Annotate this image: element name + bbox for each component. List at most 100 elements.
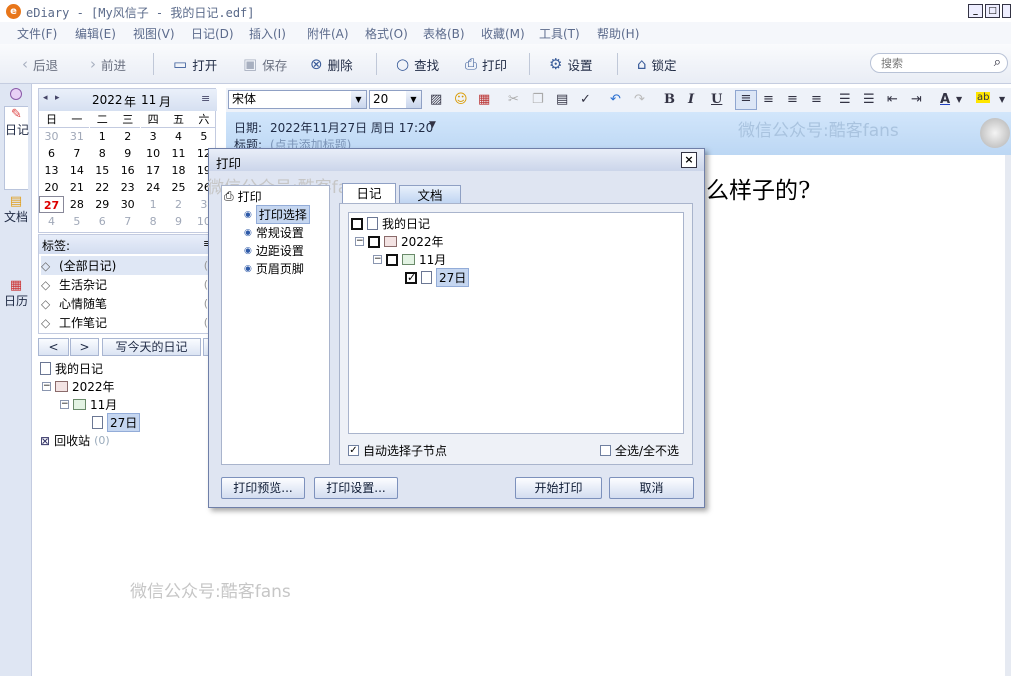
theme-icon[interactable] (10, 88, 22, 100)
collapse-icon[interactable]: − (42, 382, 51, 391)
checkbox[interactable] (600, 445, 611, 456)
minimize-button[interactable]: _ (968, 4, 983, 18)
calendar-day[interactable]: 3 (141, 128, 166, 145)
calendar-day[interactable]: 31 (64, 128, 89, 145)
bold-icon[interactable]: B (664, 92, 675, 107)
calendar-day[interactable]: 8 (141, 213, 166, 230)
underline-icon[interactable]: U (711, 92, 722, 107)
find-button[interactable]: ○ 查找 (396, 55, 439, 73)
font-family-select[interactable]: 宋体 ▼ (228, 90, 367, 109)
prev-month-button[interactable]: ◂ (43, 93, 48, 103)
numbered-list-icon[interactable]: ☰ (863, 92, 875, 107)
tree-month[interactable]: −11月 (60, 396, 117, 413)
menu-file[interactable]: 文件(F) (17, 25, 57, 42)
checkbox[interactable] (368, 235, 380, 248)
checkbox[interactable] (386, 253, 398, 266)
calendar-day[interactable]: 18 (166, 162, 191, 179)
tag-item-life[interactable]: ◇生活杂记(0 (41, 275, 215, 294)
write-today-button[interactable]: 写今天的日记 (102, 338, 201, 356)
search-icon[interactable]: ⌕ (994, 55, 1001, 70)
calendar-day[interactable]: 14 (64, 162, 89, 179)
tree-year[interactable]: −2022年 (42, 378, 115, 395)
calendar-day[interactable]: 5 (64, 213, 89, 230)
print-item-year[interactable]: −2022年 (355, 233, 444, 250)
menu-diary[interactable]: 日记(D) (191, 25, 234, 42)
print-preview-button[interactable]: 打印预览... (221, 477, 305, 499)
calendar-menu-icon[interactable]: ≡ (201, 92, 210, 105)
collapse-icon[interactable]: − (60, 400, 69, 409)
tree-root[interactable]: 我的日记 (40, 360, 103, 377)
justify-icon[interactable]: ≡ (811, 92, 822, 107)
calendar-day[interactable]: 11 (166, 145, 191, 162)
menu-attachment[interactable]: 附件(A) (307, 25, 349, 42)
print-button[interactable]: ⎙ 打印 (465, 55, 507, 73)
search-input[interactable] (879, 56, 989, 71)
calendar-day[interactable]: 16 (115, 162, 140, 179)
chevron-down-icon[interactable]: ▼ (956, 95, 962, 104)
indent-icon[interactable]: ⇥ (911, 92, 922, 107)
calendar-day[interactable]: 15 (90, 162, 115, 179)
undo-icon[interactable]: ↶ (610, 92, 621, 107)
tab-diary[interactable]: ✎ 日记 (4, 106, 29, 190)
menu-favorites[interactable]: 收藏(M) (481, 25, 525, 42)
tree-day[interactable]: 27日 (92, 413, 141, 432)
redo-icon[interactable]: ↷ (634, 92, 645, 107)
print-tree-header-footer[interactable]: ◉ 页眉页脚 (244, 260, 304, 277)
align-left-icon[interactable]: ≡ (735, 90, 757, 110)
menu-view[interactable]: 视图(V) (133, 25, 175, 42)
menu-insert[interactable]: 插入(I) (249, 25, 286, 42)
maximize-button[interactable]: □ (985, 4, 1000, 18)
tab-diary[interactable]: 日记 (342, 183, 396, 204)
delete-button[interactable]: ⊗ 删除 (310, 55, 353, 73)
print-item-day[interactable]: ✓ 27日 (405, 268, 470, 287)
close-icon[interactable]: × (681, 152, 697, 168)
cancel-button[interactable]: 取消 (609, 477, 694, 499)
menu-edit[interactable]: 编辑(E) (75, 25, 116, 42)
calendar-day[interactable]: 7 (115, 213, 140, 230)
calendar-day[interactable]: 2 (115, 128, 140, 145)
calendar-day[interactable]: 30 (39, 128, 64, 145)
calendar-day[interactable]: 30 (115, 196, 140, 213)
font-size-select[interactable]: 20 ▼ (369, 90, 422, 109)
calendar-day[interactable]: 9 (115, 145, 140, 162)
calendar-day[interactable]: 29 (90, 196, 115, 213)
calendar-day[interactable]: 4 (166, 128, 191, 145)
insert-image-icon[interactable]: ▨ (430, 92, 442, 107)
calendar-day[interactable]: 22 (90, 179, 115, 196)
calendar-day[interactable]: 7 (64, 145, 89, 162)
bullet-list-icon[interactable]: ☰ (839, 92, 851, 107)
calendar-day[interactable]: 24 (141, 179, 166, 196)
calendar-day[interactable]: 28 (64, 196, 89, 213)
calendar-day[interactable]: 9 (166, 213, 191, 230)
menu-help[interactable]: 帮助(H) (597, 25, 639, 42)
menu-table[interactable]: 表格(B) (423, 25, 465, 42)
align-center-icon[interactable]: ≡ (763, 92, 774, 107)
chevron-down-icon[interactable]: ▼ (429, 120, 436, 130)
tab-documents[interactable]: ▤ 文档 (4, 194, 28, 274)
print-tree-general[interactable]: ◉ 常规设置 (244, 224, 304, 241)
paste-icon[interactable]: ▤ (556, 92, 568, 107)
chevron-down-icon[interactable]: ▼ (999, 95, 1005, 104)
print-item-month[interactable]: −11月 (373, 251, 446, 268)
print-tree-root[interactable]: ⎙ 打印 (224, 188, 262, 205)
copy-icon[interactable]: ❐ (532, 92, 544, 107)
date-value[interactable]: 2022年11月27日 周日 17:20 (270, 119, 433, 136)
cut-icon[interactable]: ✂ (508, 92, 519, 107)
next-entry-button[interactable]: > (70, 338, 99, 356)
print-tree-margins[interactable]: ◉ 边距设置 (244, 242, 304, 259)
calendar-day[interactable]: 1 (141, 196, 166, 213)
checkbox-checked[interactable]: ✓ (348, 445, 359, 456)
calendar-day[interactable]: 5 (191, 128, 216, 145)
calendar-day[interactable]: 25 (166, 179, 191, 196)
calendar-day[interactable]: 21 (64, 179, 89, 196)
calendar-day[interactable]: 2 (166, 196, 191, 213)
calendar-month[interactable]: 11 (141, 93, 156, 107)
settings-button[interactable]: ⚙ 设置 (549, 55, 592, 73)
start-print-button[interactable]: 开始打印 (515, 477, 602, 499)
print-tree-select[interactable]: ◉ 打印选择 (244, 205, 310, 224)
tree-recycle-bin[interactable]: ⊠ 回收站 (0) (40, 432, 110, 449)
calendar-day[interactable]: 8 (90, 145, 115, 162)
print-setup-button[interactable]: 打印设置... (314, 477, 398, 499)
calendar-day[interactable]: 27 (39, 196, 64, 213)
open-button[interactable]: ▭ 打开 (173, 55, 217, 73)
